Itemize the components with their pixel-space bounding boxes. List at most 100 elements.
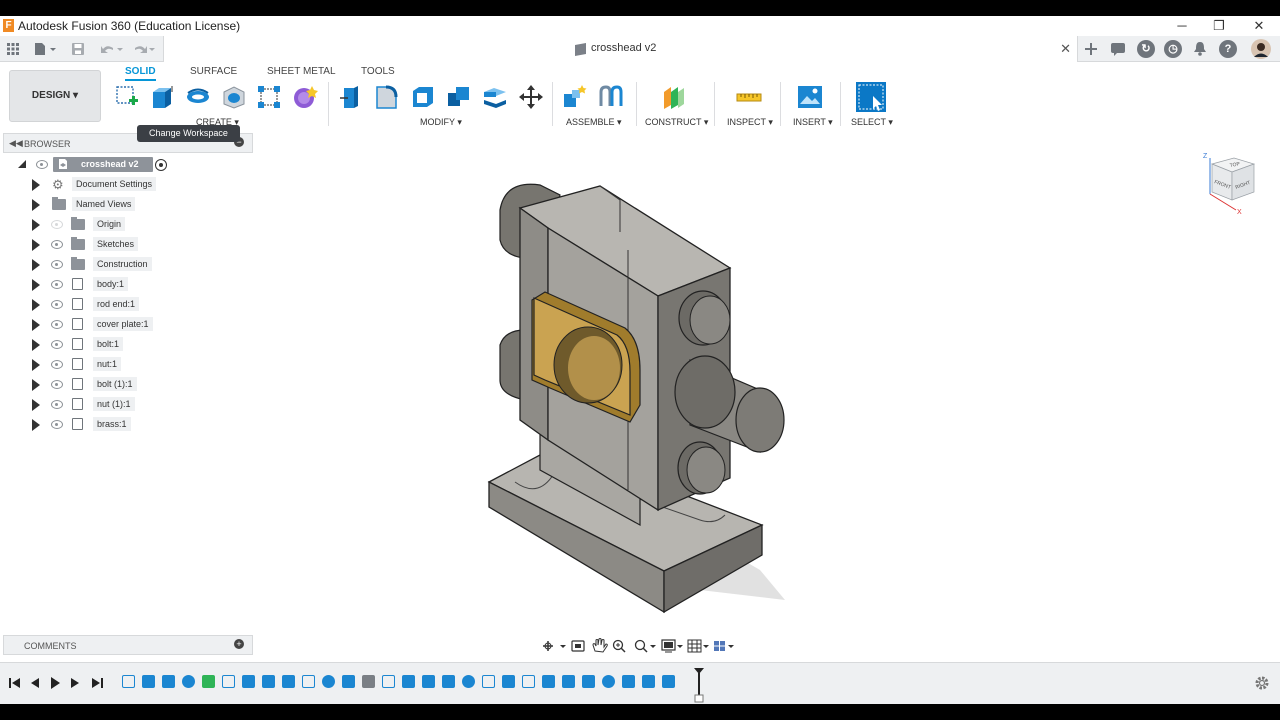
timeline-feature-icon[interactable] — [662, 675, 675, 688]
fit-zoom-window-icon[interactable] — [634, 639, 657, 653]
timeline-feature-icon[interactable] — [142, 675, 155, 688]
notifications-bell-icon[interactable] — [1193, 40, 1207, 58]
create-sketch-icon[interactable] — [114, 84, 140, 110]
document-tab[interactable]: crosshead v2 ✕ — [163, 36, 1078, 62]
timeline-feature-icon[interactable] — [342, 675, 355, 688]
modify-menu[interactable]: MODIFY ▾ — [420, 117, 462, 128]
visibility-eye-icon[interactable] — [51, 300, 63, 309]
tree-item[interactable]: bolt (1):1 — [0, 376, 260, 394]
visibility-eye-icon[interactable] — [51, 420, 63, 429]
new-tab-plus-icon[interactable] — [1082, 40, 1100, 58]
job-status-icon[interactable] — [1110, 40, 1126, 58]
file-menu-icon[interactable] — [33, 40, 57, 58]
move-copy-icon[interactable] — [518, 84, 544, 110]
timeline-feature-icon[interactable] — [402, 675, 415, 688]
timeline-feature-icon[interactable] — [362, 675, 375, 688]
timeline-settings-gear-icon[interactable] — [1254, 675, 1270, 691]
expand-icon[interactable] — [32, 239, 41, 251]
timeline-feature-icon[interactable] — [642, 675, 655, 688]
assemble-menu[interactable]: ASSEMBLE ▾ — [566, 117, 622, 128]
visibility-eye-icon[interactable] — [51, 340, 63, 349]
activate-radio-icon[interactable] — [155, 159, 167, 171]
tab-surface[interactable]: SURFACE — [190, 66, 237, 77]
tree-item[interactable]: bolt:1 — [0, 336, 260, 354]
visibility-eye-icon[interactable] — [51, 400, 63, 409]
timeline-feature-icon[interactable] — [222, 675, 235, 688]
construct-menu[interactable]: CONSTRUCT ▾ — [645, 117, 708, 128]
timeline-feature-icon[interactable] — [582, 675, 595, 688]
visibility-eye-icon[interactable] — [51, 320, 63, 329]
undo-icon[interactable] — [99, 40, 125, 58]
timeline-last-icon[interactable] — [90, 676, 104, 690]
close-window-button[interactable]: ✕ — [1245, 17, 1273, 35]
timeline-feature-icon[interactable] — [562, 675, 575, 688]
expand-icon[interactable] — [32, 419, 41, 431]
new-component-icon[interactable] — [562, 84, 588, 110]
data-panel-grid-icon[interactable] — [6, 40, 20, 58]
insert-image-icon[interactable] — [797, 84, 823, 110]
expand-icon[interactable] — [32, 339, 41, 351]
tree-item[interactable]: nut:1 — [0, 356, 260, 374]
expand-icon[interactable] — [32, 379, 41, 391]
tree-item[interactable]: rod end:1 — [0, 296, 260, 314]
visibility-eye-icon[interactable] — [51, 380, 63, 389]
visibility-eye-icon[interactable] — [51, 240, 63, 249]
pan-hand-icon[interactable] — [592, 638, 608, 653]
create-form-icon[interactable] — [292, 84, 318, 110]
timeline-feature-icon[interactable] — [202, 675, 215, 688]
user-avatar[interactable] — [1251, 39, 1271, 59]
timeline-feature-icon[interactable] — [442, 675, 455, 688]
timeline-feature-icon[interactable] — [482, 675, 495, 688]
visibility-eye-icon[interactable] — [36, 160, 48, 169]
tree-item[interactable]: body:1 — [0, 276, 260, 294]
look-at-icon[interactable] — [571, 640, 585, 652]
timeline-feature-icon[interactable] — [242, 675, 255, 688]
redo-icon[interactable] — [131, 40, 157, 58]
tree-item[interactable]: cover plate:1 — [0, 316, 260, 334]
tab-solid[interactable]: SOLID — [125, 66, 156, 81]
expand-icon[interactable] — [32, 179, 41, 191]
timeline-feature-icon[interactable] — [502, 675, 515, 688]
timeline-next-icon[interactable] — [68, 676, 82, 690]
press-pull-icon[interactable] — [338, 84, 364, 110]
close-tab-button[interactable]: ✕ — [1060, 41, 1071, 57]
timeline-feature-icon[interactable] — [162, 675, 175, 688]
expand-icon[interactable] — [32, 259, 41, 271]
restore-button[interactable]: ❐ — [1205, 17, 1233, 35]
tree-item[interactable]: Sketches — [0, 236, 260, 254]
add-comment-button[interactable]: + — [234, 639, 244, 649]
measure-icon[interactable] — [736, 84, 762, 110]
visibility-eye-icon[interactable] — [51, 220, 63, 229]
fillet-icon[interactable] — [374, 84, 400, 110]
timeline-feature-icon[interactable] — [602, 675, 615, 688]
tree-item[interactable]: Origin — [0, 216, 260, 234]
timeline-feature-icon[interactable] — [422, 675, 435, 688]
pattern-icon[interactable] — [256, 84, 282, 110]
tab-tools[interactable]: TOOLS — [361, 66, 395, 77]
timeline-feature-icon[interactable] — [382, 675, 395, 688]
timeline-feature-icon[interactable] — [262, 675, 275, 688]
timeline-marker[interactable] — [693, 667, 705, 703]
model-viewport[interactable] — [260, 130, 1270, 630]
expand-icon[interactable] — [32, 319, 41, 331]
timeline-play-icon[interactable] — [48, 676, 62, 690]
inspect-menu[interactable]: INSPECT ▾ — [727, 117, 773, 128]
shell-icon[interactable] — [410, 84, 436, 110]
expand-icon[interactable] — [32, 199, 41, 211]
expand-icon[interactable] — [32, 219, 41, 231]
select-menu[interactable]: SELECT ▾ — [851, 117, 893, 128]
tree-item[interactable]: nut (1):1 — [0, 396, 260, 414]
timeline-feature-icon[interactable] — [522, 675, 535, 688]
tab-sheet-metal[interactable]: SHEET METAL — [267, 66, 336, 77]
timeline-feature-icon[interactable] — [462, 675, 475, 688]
expand-icon[interactable] — [32, 299, 41, 311]
extrude-icon[interactable] — [149, 84, 175, 110]
tree-item[interactable]: Construction — [0, 256, 260, 274]
timeline-feature-icon[interactable] — [282, 675, 295, 688]
timeline-first-icon[interactable] — [8, 676, 22, 690]
recovery-clock-icon[interactable]: ◷ — [1164, 40, 1182, 58]
timeline-feature-icon[interactable] — [322, 675, 335, 688]
hole-icon[interactable] — [221, 84, 247, 110]
expand-icon[interactable] — [32, 399, 41, 411]
insert-menu[interactable]: INSERT ▾ — [793, 117, 833, 128]
